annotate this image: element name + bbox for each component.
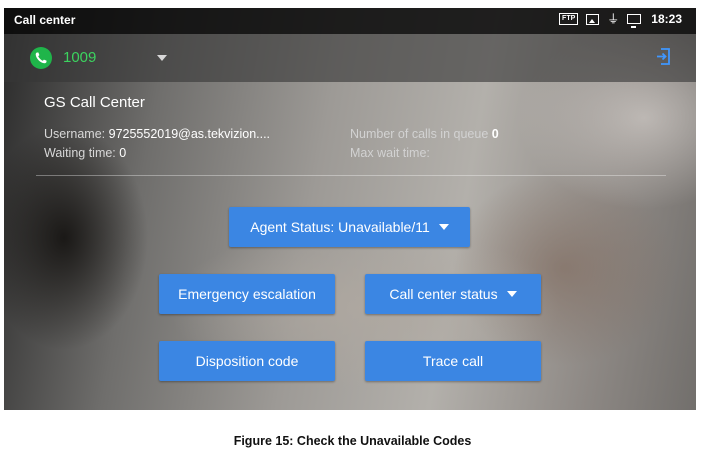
emergency-escalation-button[interactable]: Emergency escalation: [159, 274, 335, 314]
monitor-icon: [627, 14, 642, 28]
waiting-time-label: Waiting time:: [44, 146, 116, 160]
clock: 18:23: [651, 12, 682, 26]
call-center-title: GS Call Center: [44, 94, 145, 111]
call-center-status-label: Call center status: [389, 286, 498, 302]
poe-icon: ⏚: [607, 12, 620, 26]
call-center-status-dropdown[interactable]: Call center status: [365, 274, 541, 314]
account-bar: 1009: [4, 34, 696, 82]
account-number[interactable]: 1009: [63, 49, 96, 66]
agent-status-label: Agent Status: Unavailable/11: [250, 219, 430, 235]
disposition-code-button[interactable]: Disposition code: [159, 341, 335, 381]
ftp-icon: FTP: [559, 13, 579, 25]
username-label: Username:: [44, 127, 106, 141]
call-center-screen: Call center FTP ⏚ 18:23 1009 GS Call Cen…: [4, 8, 696, 410]
trace-call-label: Trace call: [422, 353, 484, 369]
max-wait-label: Max wait time:: [350, 146, 430, 160]
status-bar: Call center FTP ⏚ 18:23: [4, 8, 696, 34]
disposition-code-label: Disposition code: [195, 353, 299, 369]
status-icons: FTP ⏚ 18:23: [559, 12, 682, 28]
username-value: 9725552019@as.tekvizion....: [108, 127, 271, 141]
figure-caption: Figure 15: Check the Unavailable Codes: [233, 434, 472, 448]
queue-row: Number of calls in queue 0: [350, 125, 499, 144]
image-icon: [586, 13, 600, 25]
agent-info-left: Username: 9725552019@as.tekvizion.... Wa…: [44, 125, 270, 163]
waiting-time-row: Waiting time: 0: [44, 144, 270, 163]
username-row: Username: 9725552019@as.tekvizion....: [44, 125, 270, 144]
chevron-down-icon: [506, 291, 517, 297]
trace-call-button[interactable]: Trace call: [365, 341, 541, 381]
divider: [36, 175, 666, 176]
emergency-escalation-label: Emergency escalation: [178, 286, 316, 302]
waiting-time-value: 0: [119, 146, 127, 160]
queue-info-right: Number of calls in queue 0 Max wait time…: [350, 125, 499, 163]
logout-icon[interactable]: [656, 48, 670, 65]
agent-status-dropdown[interactable]: Agent Status: Unavailable/11: [229, 207, 470, 247]
app-title: Call center: [14, 13, 76, 27]
queue-value: 0: [491, 127, 499, 141]
max-wait-row: Max wait time:: [350, 144, 499, 163]
chevron-down-icon: [438, 224, 449, 230]
phone-icon[interactable]: [30, 47, 52, 69]
queue-label: Number of calls in queue: [350, 127, 489, 141]
chevron-down-icon[interactable]: [157, 55, 167, 61]
